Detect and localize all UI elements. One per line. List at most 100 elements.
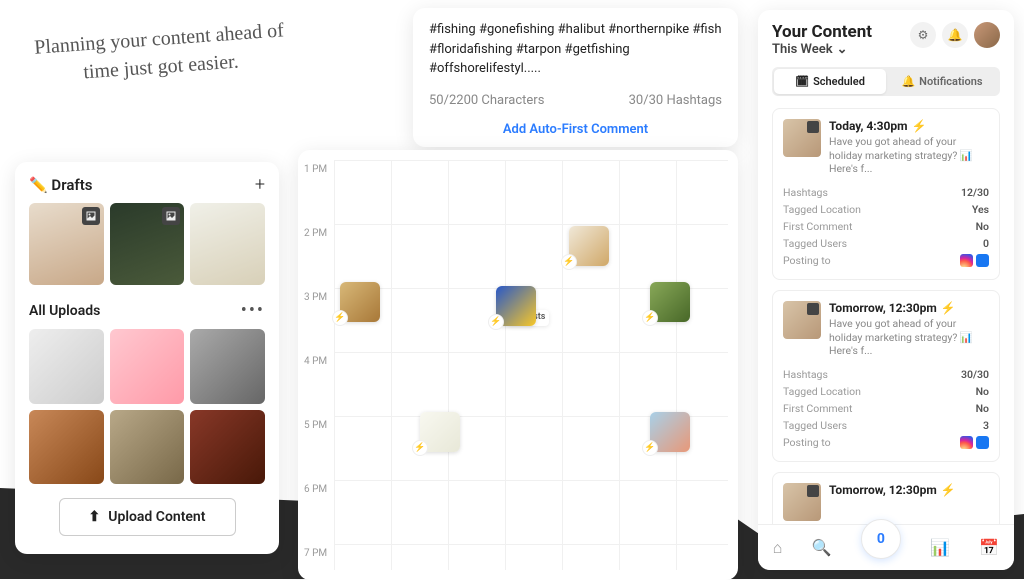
post-thumbnail	[783, 119, 821, 157]
bolt-icon: ⚡	[941, 483, 956, 497]
meta-label: First Comment	[783, 402, 852, 415]
chevron-down-icon: ⌄	[837, 42, 848, 57]
upload-thumb[interactable]	[29, 410, 104, 485]
search-icon: 🔍	[812, 538, 832, 557]
draft-thumb[interactable]	[190, 203, 265, 285]
week-selector[interactable]: This Week ⌄	[772, 42, 872, 57]
hashtag-counter: 30/30 Hashtags	[629, 93, 722, 108]
caption-hashtags: #fishing #gonefishing #halibut #northern…	[429, 20, 722, 79]
bolt-icon: ⚡	[488, 314, 504, 330]
user-avatar[interactable]	[974, 22, 1000, 48]
nav-home[interactable]: ⌂	[773, 538, 783, 558]
drafts-title: ✏️ Drafts	[29, 176, 92, 194]
calendar-grid[interactable]: ⚡ ⚡ ⚡ +2 Posts ⚡ ⚡ ⚡	[334, 160, 728, 570]
time-label: 5 PM	[304, 420, 327, 484]
tab-notifications[interactable]: 🔔 Notifications	[886, 69, 998, 94]
instagram-icon	[960, 254, 973, 267]
your-content-panel: Your Content This Week ⌄ ⚙ 🔔 🗓 Scheduled…	[758, 10, 1014, 570]
caption-meta: 50/2200 Characters 30/30 Hashtags	[429, 93, 722, 108]
all-uploads-title: All Uploads	[29, 303, 100, 319]
tagline-text: Planning your content ahead of time just…	[23, 16, 296, 91]
tab-scheduled[interactable]: 🗓 Scheduled	[774, 69, 886, 94]
nav-analytics[interactable]: 📊	[930, 538, 950, 557]
home-icon: ⌂	[773, 538, 783, 557]
content-tabs: 🗓 Scheduled 🔔 Notifications	[772, 67, 1000, 96]
time-label: 3 PM	[304, 292, 327, 356]
week-selector-label: This Week	[772, 42, 833, 57]
nav-calendar[interactable]: 📅	[979, 538, 999, 557]
upload-thumb[interactable]	[190, 329, 265, 404]
bell-icon: 🔔	[948, 28, 963, 42]
drafts-title-label: Drafts	[51, 176, 92, 194]
upload-button-label: Upload Content	[108, 509, 205, 525]
more-options-button[interactable]: •••	[241, 300, 265, 321]
image-icon	[82, 207, 100, 225]
gear-icon: ⚙	[918, 28, 929, 42]
bolt-icon: ⚡	[412, 440, 428, 456]
bell-icon: 🔔	[901, 75, 915, 88]
bolt-icon: ⚡	[941, 301, 956, 315]
upload-content-button[interactable]: ⬆ Upload Content	[59, 498, 236, 536]
facebook-icon	[976, 254, 989, 267]
meta-label: Tagged Location	[783, 203, 861, 216]
post-description: Have you got ahead of your holiday marke…	[829, 317, 989, 358]
bottom-nav: ⌂ 🔍 0 📊 📅	[758, 524, 1014, 570]
scheduled-icon: 🗓	[795, 75, 809, 88]
post-thumbnail	[783, 301, 821, 339]
meta-value: No	[976, 402, 989, 415]
time-label: 7 PM	[304, 548, 327, 580]
scheduled-post-card[interactable]: Tomorrow, 12:30pm ⚡ Have you got ahead o…	[772, 290, 1000, 462]
social-icons	[960, 254, 989, 267]
drafts-panel: ✏️ Drafts + All Uploads ••• ⬆ Upload Con…	[15, 162, 279, 554]
bolt-icon: ⚡	[642, 310, 658, 326]
upload-thumb[interactable]	[190, 410, 265, 485]
settings-button[interactable]: ⚙	[910, 22, 936, 48]
meta-label: Hashtags	[783, 368, 828, 381]
bolt-icon: ⚡	[642, 440, 658, 456]
meta-value: 0	[983, 237, 989, 250]
tab-notifications-label: Notifications	[919, 75, 982, 88]
social-icons	[960, 436, 989, 449]
post-heading: Tomorrow, 12:30pm ⚡	[829, 301, 989, 315]
panel-title: Your Content	[772, 22, 872, 42]
time-label: 2 PM	[304, 228, 327, 292]
char-counter: 50/2200 Characters	[429, 93, 544, 108]
time-axis: 1 PM 2 PM 3 PM 4 PM 5 PM 6 PM 7 PM	[304, 164, 327, 580]
add-draft-button[interactable]: +	[255, 174, 265, 195]
bolt-icon: ⚡	[332, 310, 348, 326]
nav-search[interactable]: 🔍	[812, 538, 832, 557]
drafts-row	[29, 203, 265, 285]
meta-value: No	[976, 220, 989, 233]
calendar-icon: 📅	[979, 538, 999, 557]
facebook-icon	[976, 436, 989, 449]
upload-thumb[interactable]	[110, 329, 185, 404]
uploads-grid	[29, 329, 265, 484]
meta-value: 3	[983, 419, 989, 432]
scheduled-post-card[interactable]: Today, 4:30pm ⚡ Have you got ahead of yo…	[772, 108, 1000, 280]
draft-thumb[interactable]	[29, 203, 104, 285]
instagram-icon	[960, 436, 973, 449]
pencil-icon: ✏️	[29, 176, 48, 194]
post-heading: Today, 4:30pm ⚡	[829, 119, 989, 133]
upload-thumb[interactable]	[29, 329, 104, 404]
meta-value: 30/30	[961, 368, 989, 381]
meta-label: Posting to	[783, 254, 831, 267]
time-label: 6 PM	[304, 484, 327, 548]
caption-card: #fishing #gonefishing #halibut #northern…	[413, 8, 738, 147]
image-icon	[162, 207, 180, 225]
upload-thumb[interactable]	[110, 410, 185, 485]
meta-label: Posting to	[783, 436, 831, 449]
post-heading: Tomorrow, 12:30pm ⚡	[829, 483, 956, 497]
meta-label: Hashtags	[783, 186, 828, 199]
meta-label: Tagged Users	[783, 237, 847, 250]
notifications-button[interactable]: 🔔	[942, 22, 968, 48]
nav-center-counter[interactable]: 0	[861, 519, 901, 559]
time-label: 1 PM	[304, 164, 327, 228]
meta-value: 12/30	[961, 186, 989, 199]
chart-icon: 📊	[930, 538, 950, 557]
meta-label: Tagged Users	[783, 419, 847, 432]
calendar-panel: 1 PM 2 PM 3 PM 4 PM 5 PM 6 PM 7 PM ⚡ ⚡ ⚡…	[298, 150, 738, 580]
draft-thumb[interactable]	[110, 203, 185, 285]
add-first-comment-link[interactable]: Add Auto-First Comment	[429, 116, 722, 137]
meta-value: No	[976, 385, 989, 398]
